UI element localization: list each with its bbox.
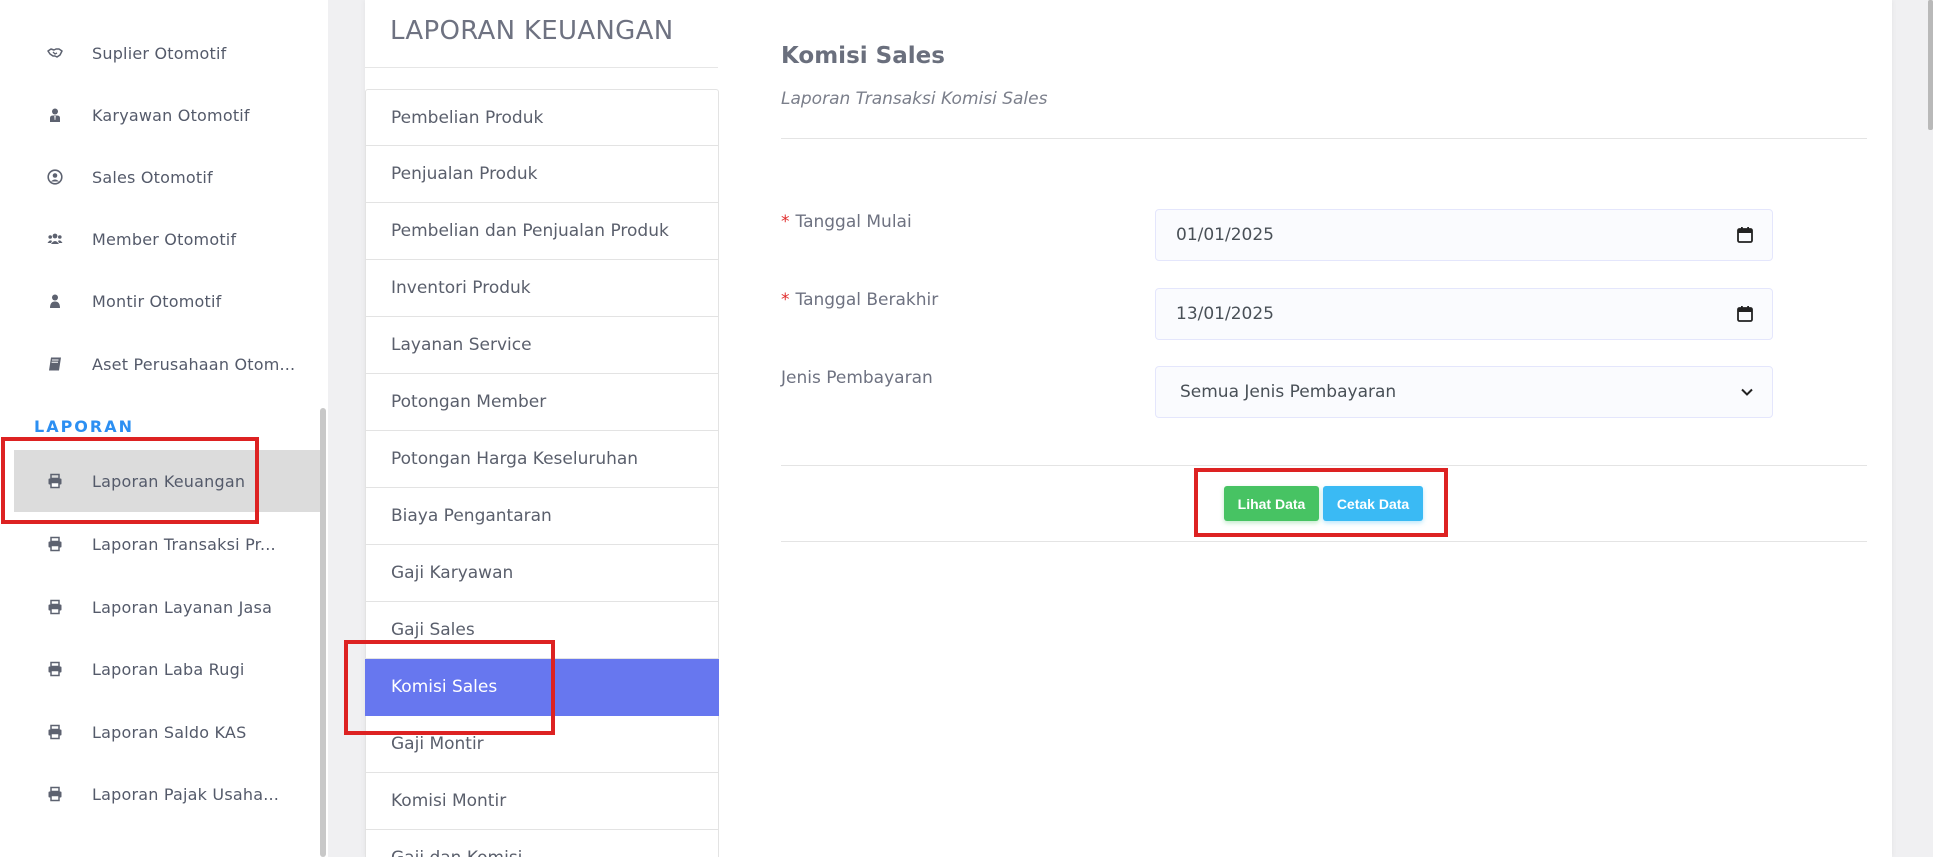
report-item-komisi-sales[interactable]: Komisi Sales	[365, 659, 719, 716]
sidebar-item-label: Suplier Otomotif	[92, 43, 227, 63]
sidebar-item-label: Aset Perusahaan Otom...	[92, 354, 296, 374]
sidebar-item-montir-otomotif[interactable]: Montir Otomotif	[14, 270, 320, 332]
report-item-inventori-produk[interactable]: Inventori Produk	[365, 260, 719, 317]
view-data-button[interactable]: Lihat Data	[1224, 486, 1319, 521]
report-item-biaya-pengantaran[interactable]: Biaya Pengantaran	[365, 488, 719, 545]
payment-type-label: Jenis Pembayaran	[781, 368, 933, 388]
user-icon	[46, 293, 64, 309]
sidebar-item-member-otomotif[interactable]: Member Otomotif	[14, 208, 320, 270]
sidebar-item-laporan-layanan-jasa[interactable]: Laporan Layanan Jasa	[14, 576, 320, 638]
start-date-label-text: Tanggal Mulai	[795, 212, 912, 232]
user-circle-icon	[46, 169, 64, 185]
report-item-gaji-dan-komisi[interactable]: Gaji dan Komisi	[365, 830, 719, 857]
sidebar-item-aset-perusahaan[interactable]: Aset Perusahaan Otom...	[14, 333, 320, 395]
end-date-field[interactable]: 13/01/2025	[1155, 288, 1773, 340]
sidebar-item-laporan-transaksi[interactable]: Laporan Transaksi Pr...	[14, 513, 320, 575]
report-item-layanan-service[interactable]: Layanan Service	[365, 317, 719, 374]
book-icon	[46, 356, 64, 372]
report-item-gaji-karyawan[interactable]: Gaji Karyawan	[365, 545, 719, 602]
user-tie-icon	[46, 107, 64, 123]
sidebar-item-label: Laporan Pajak Usaha...	[92, 784, 280, 804]
report-item-potongan-harga[interactable]: Potongan Harga Keseluruhan	[365, 431, 719, 488]
form-title: Komisi Sales	[781, 43, 945, 69]
sidebar-item-label: Laporan Saldo KAS	[92, 722, 247, 742]
start-date-field[interactable]: 01/01/2025	[1155, 209, 1773, 261]
end-date-label: * Tanggal Berakhir	[781, 290, 938, 310]
form-subtitle: Laporan Transaksi Komisi Sales	[781, 89, 1048, 109]
sidebar: Suplier Otomotif Karyawan Otomotif Sales…	[0, 0, 328, 857]
sidebar-item-laporan-laba-rugi[interactable]: Laporan Laba Rugi	[14, 638, 320, 700]
calendar-icon[interactable]	[1736, 226, 1754, 244]
print-icon	[46, 599, 64, 615]
sidebar-item-label: Montir Otomotif	[92, 291, 222, 311]
form-divider-bottom	[781, 541, 1867, 542]
print-icon	[46, 786, 64, 802]
required-mark: *	[781, 290, 790, 310]
sidebar-item-label: Karyawan Otomotif	[92, 105, 250, 125]
form-divider-top	[781, 138, 1867, 139]
sidebar-item-label: Laporan Laba Rugi	[92, 659, 245, 679]
report-item-potongan-member[interactable]: Potongan Member	[365, 374, 719, 431]
print-data-button[interactable]: Cetak Data	[1323, 486, 1423, 521]
title-divider	[365, 67, 718, 68]
sidebar-item-laporan-pajak-usaha[interactable]: Laporan Pajak Usaha...	[14, 763, 320, 825]
sidebar-item-label: Sales Otomotif	[92, 167, 213, 187]
chevron-down-icon	[1740, 385, 1754, 399]
report-item-pembelian-penjualan-produk[interactable]: Pembelian dan Penjualan Produk	[365, 203, 719, 260]
end-date-label-text: Tanggal Berakhir	[795, 290, 939, 310]
print-icon	[46, 724, 64, 740]
print-icon	[46, 536, 64, 552]
end-date-value: 13/01/2025	[1176, 304, 1274, 324]
sidebar-item-laporan-saldo-kas[interactable]: Laporan Saldo KAS	[14, 701, 320, 763]
report-card: LAPORAN KEUANGAN Pembelian Produk Penjua…	[365, 0, 1892, 857]
report-item-penjualan-produk[interactable]: Penjualan Produk	[365, 146, 719, 203]
payment-type-value: Semua Jenis Pembayaran	[1180, 382, 1397, 402]
start-date-value: 01/01/2025	[1176, 225, 1274, 245]
report-item-gaji-sales[interactable]: Gaji Sales	[365, 602, 719, 659]
calendar-icon[interactable]	[1736, 305, 1754, 323]
report-item-pembelian-produk[interactable]: Pembelian Produk	[365, 89, 719, 146]
sidebar-item-karyawan-otomotif[interactable]: Karyawan Otomotif	[14, 84, 320, 146]
users-icon	[46, 231, 64, 247]
report-list: Pembelian Produk Penjualan Produk Pembel…	[365, 89, 719, 857]
sidebar-item-label: Laporan Keuangan	[92, 471, 246, 491]
sidebar-item-label: Laporan Layanan Jasa	[92, 597, 273, 617]
report-item-komisi-montir[interactable]: Komisi Montir	[365, 773, 719, 830]
sidebar-section-laporan: LAPORAN	[34, 417, 134, 436]
sidebar-item-sales-otomotif[interactable]: Sales Otomotif	[14, 146, 320, 208]
report-item-gaji-montir[interactable]: Gaji Montir	[365, 716, 719, 773]
sidebar-item-laporan-keuangan[interactable]: Laporan Keuangan	[14, 450, 320, 512]
sidebar-item-label: Member Otomotif	[92, 229, 237, 249]
payment-type-select[interactable]: Semua Jenis Pembayaran	[1155, 366, 1773, 418]
page-title: LAPORAN KEUANGAN	[390, 16, 674, 46]
required-mark: *	[781, 212, 790, 232]
sidebar-item-label: Laporan Transaksi Pr...	[92, 534, 276, 554]
print-icon	[46, 661, 64, 677]
start-date-label: * Tanggal Mulai	[781, 212, 912, 232]
print-icon	[46, 473, 64, 489]
handshake-icon	[46, 45, 64, 61]
sidebar-item-suplier-otomotif[interactable]: Suplier Otomotif	[14, 22, 320, 84]
form-divider-middle	[781, 465, 1867, 466]
page-scrollbar[interactable]	[1928, 0, 1933, 130]
sidebar-scrollbar[interactable]	[320, 408, 326, 857]
